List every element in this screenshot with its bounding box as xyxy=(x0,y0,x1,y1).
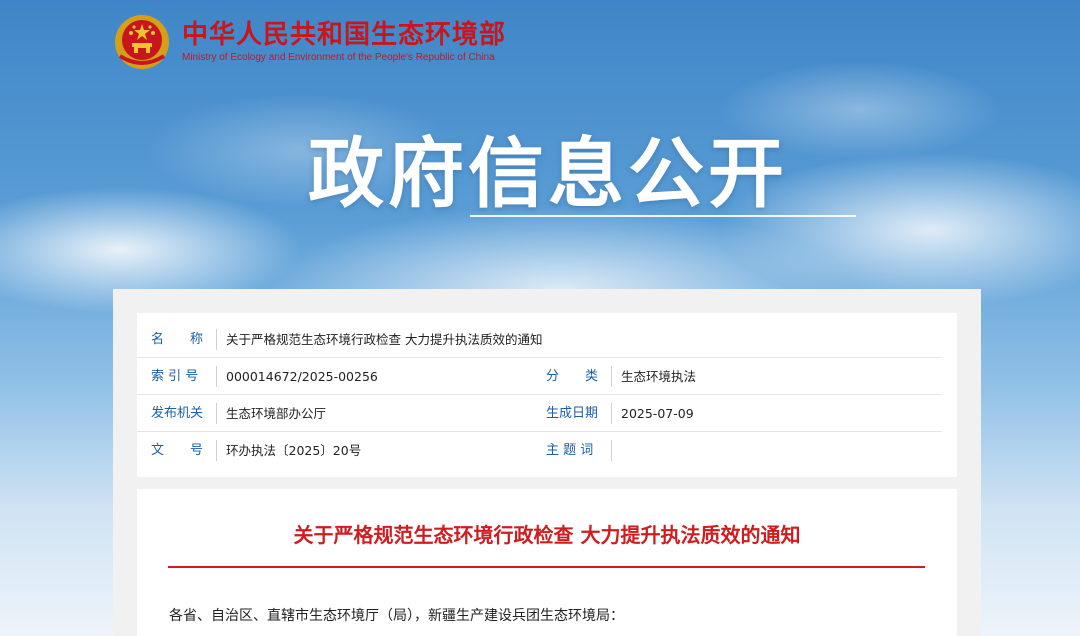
meta-value-issuer: 生态环境部办公厅 xyxy=(226,406,327,421)
meta-label-subject: 主 题 词 xyxy=(546,443,594,458)
title-rule xyxy=(168,566,925,568)
meta-value-category: 生态环境执法 xyxy=(621,369,697,384)
meta-separator xyxy=(216,440,217,461)
hero-underline xyxy=(470,215,856,217)
ministry-name: 中华人民共和国生态环境部 Ministry of Ecology and Env… xyxy=(182,19,506,65)
meta-row-issuer: 发布机关 生态环境部办公厅 生成日期 2025-07-09 xyxy=(137,395,957,432)
meta-row-docno: 文 号 环办执法〔2025〕20号 主 题 词 xyxy=(137,432,957,469)
national-emblem-icon xyxy=(115,15,169,69)
ministry-logo[interactable]: 中华人民共和国生态环境部 Ministry of Ecology and Env… xyxy=(112,12,506,72)
meta-value-index: 000014672/2025-00256 xyxy=(226,369,378,384)
meta-value-name: 关于严格规范生态环境行政检查 大力提升执法质效的通知 xyxy=(226,332,543,347)
meta-value-docno: 环办执法〔2025〕20号 xyxy=(226,443,362,458)
meta-separator xyxy=(216,329,217,350)
meta-label-category: 分 类 xyxy=(546,369,599,384)
meta-separator xyxy=(611,403,612,424)
meta-row-index: 索 引 号 000014672/2025-00256 分 类 生态环境执法 xyxy=(137,358,957,395)
ministry-name-en: Ministry of Ecology and Environment of t… xyxy=(182,52,495,63)
meta-value-date: 2025-07-09 xyxy=(621,406,694,421)
meta-separator xyxy=(611,440,612,461)
meta-separator xyxy=(611,366,612,387)
meta-label-docno: 文 号 xyxy=(151,443,204,458)
hero-title: 政府信息公开 xyxy=(308,129,788,218)
meta-label-issuer: 发布机关 xyxy=(151,406,204,421)
meta-separator xyxy=(216,366,217,387)
meta-label-date: 生成日期 xyxy=(546,406,599,421)
ministry-name-cn: 中华人民共和国生态环境部 xyxy=(182,20,507,50)
metadata-card: 名 称 关于严格规范生态环境行政检查 大力提升执法质效的通知 索 引 号 000… xyxy=(137,313,957,477)
meta-label-index: 索 引 号 xyxy=(151,369,199,384)
document-salutation: 各省、自治区、直辖市生态环境厅（局），新疆生产建设兵团生态环境局： xyxy=(169,608,624,624)
meta-separator xyxy=(216,403,217,424)
document-card: 关于严格规范生态环境行政检查 大力提升执法质效的通知 各省、自治区、直辖市生态环… xyxy=(137,489,957,636)
document-title: 关于严格规范生态环境行政检查 大力提升执法质效的通知 xyxy=(293,523,801,547)
meta-row-name: 名 称 关于严格规范生态环境行政检查 大力提升执法质效的通知 xyxy=(137,321,957,358)
meta-label-name: 名 称 xyxy=(151,332,204,347)
